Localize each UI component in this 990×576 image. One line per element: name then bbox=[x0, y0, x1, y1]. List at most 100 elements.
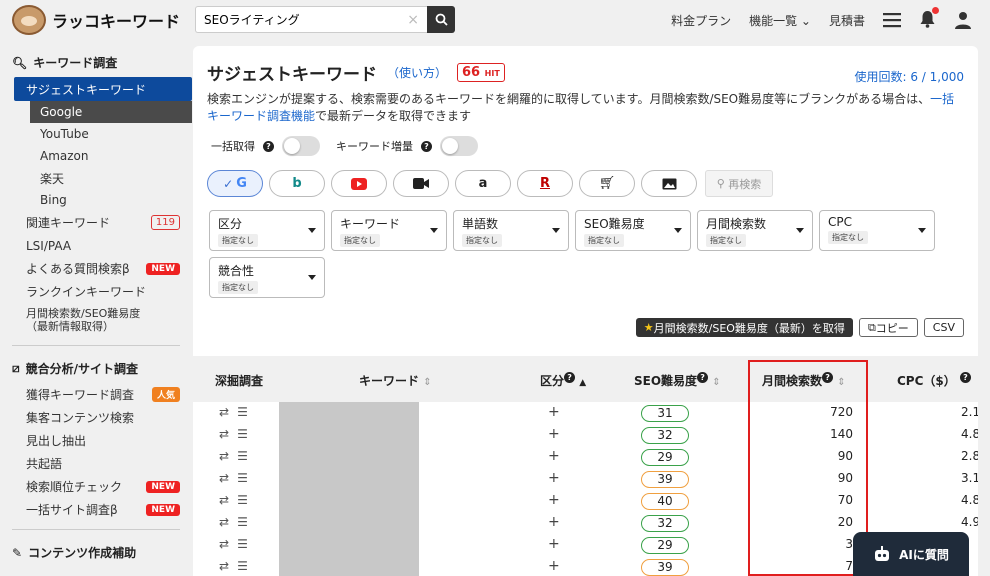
list-icon[interactable]: ☰ bbox=[237, 537, 256, 551]
sidebar-item-headings[interactable]: 見出し抽出 bbox=[0, 429, 192, 452]
list-icon[interactable]: ☰ bbox=[237, 515, 256, 529]
filter-competition[interactable]: 競合性 指定なし bbox=[209, 257, 325, 298]
notification-dot bbox=[932, 6, 939, 14]
list-icon[interactable]: ☰ bbox=[237, 449, 256, 463]
add-type-icon[interactable]: + bbox=[548, 426, 560, 442]
sidebar-item-volume[interactable]: 月間検索数/SEO難易度 （最新情報取得） bbox=[0, 303, 192, 337]
add-type-icon[interactable]: + bbox=[548, 448, 560, 464]
sidebar-item-acquire[interactable]: 獲得キーワード調査 人気 bbox=[0, 383, 192, 406]
add-type-icon[interactable]: + bbox=[548, 558, 560, 574]
help-icon[interactable]: ? bbox=[421, 140, 432, 152]
user-icon[interactable] bbox=[954, 11, 972, 29]
engine-rakuten[interactable]: R bbox=[517, 170, 573, 197]
add-type-icon[interactable]: + bbox=[548, 404, 560, 420]
engine-shopping[interactable]: 🛒︎ bbox=[579, 170, 635, 197]
brand-logo[interactable]: ラッコキーワード bbox=[12, 5, 182, 35]
sidebar-item-bulk[interactable]: 一括サイト調査β NEW bbox=[0, 498, 192, 521]
bulk-fetch-toggle[interactable] bbox=[282, 136, 320, 156]
engine-image[interactable] bbox=[641, 170, 697, 197]
row-actions[interactable]: ⇄☰ bbox=[219, 405, 256, 419]
monthly-volume-cell: 20 bbox=[837, 515, 853, 529]
sidebar-item-related[interactable]: 関連キーワード 119 bbox=[0, 211, 192, 234]
fetch-latest-button[interactable]: ★ 月間検索数/SEO難易度（最新）を取得 bbox=[635, 318, 853, 337]
sidebar-item-lsi[interactable]: LSI/PAA bbox=[0, 234, 192, 257]
hamburger-menu-icon[interactable] bbox=[883, 12, 901, 28]
nav-features[interactable]: 機能一覧 ⌄ bbox=[749, 12, 811, 29]
list-icon[interactable]: ☰ bbox=[237, 471, 256, 485]
sidebar-sub-bing[interactable]: Bing bbox=[0, 189, 192, 211]
keyword-increase-toggle[interactable] bbox=[440, 136, 478, 156]
row-actions[interactable]: ⇄☰ bbox=[219, 471, 256, 485]
help-icon: ? bbox=[822, 372, 834, 383]
filter-cpc[interactable]: CPC 指定なし bbox=[819, 210, 935, 251]
sidebar-item-content[interactable]: 集客コンテンツ検索 bbox=[0, 406, 192, 429]
howto-link[interactable]: （使い方） bbox=[387, 64, 447, 81]
notifications[interactable] bbox=[919, 6, 939, 31]
col-keyword[interactable]: キーワード ⇕ bbox=[359, 372, 432, 389]
add-type-icon[interactable]: + bbox=[548, 536, 560, 552]
nav-pricing[interactable]: 料金プラン bbox=[671, 12, 731, 29]
list-icon[interactable]: ☰ bbox=[237, 493, 256, 507]
sidebar-item-rank[interactable]: 検索順位チェック NEW bbox=[0, 475, 192, 498]
nav-quote[interactable]: 見積書 bbox=[829, 12, 865, 29]
filter-panel: 区分 指定なし キーワード 指定なし 単語数 指定なし SEO難易度 指定なし 月間検索… bbox=[209, 210, 939, 298]
engine-bing[interactable]: b bbox=[269, 170, 325, 197]
sidebar-item-label: 検索順位チェック bbox=[26, 480, 123, 494]
list-icon[interactable]: ☰ bbox=[237, 427, 256, 441]
usage-count[interactable]: 使用回数: 6 / 1,000 bbox=[854, 68, 964, 85]
filter-type[interactable]: 区分 指定なし bbox=[209, 210, 325, 251]
add-type-icon[interactable]: + bbox=[548, 514, 560, 530]
search-icon: 🔍︎ bbox=[12, 55, 28, 70]
filter-seo-difficulty[interactable]: SEO難易度 指定なし bbox=[575, 210, 691, 251]
retweet-icon[interactable]: ⇄ bbox=[219, 493, 237, 507]
sidebar-item-faq[interactable]: よくある質問検索β NEW bbox=[0, 257, 192, 280]
col-volume[interactable]: 月間検索数? ⇕ bbox=[762, 372, 846, 389]
list-icon[interactable]: ☰ bbox=[237, 405, 256, 419]
help-icon[interactable]: ? bbox=[263, 140, 274, 152]
description-text: 検索エンジンが提案する、検索需要のあるキーワードを網羅的に取得しています。月間検… bbox=[207, 92, 931, 106]
csv-button[interactable]: CSV bbox=[923, 318, 964, 337]
retweet-icon[interactable]: ⇄ bbox=[219, 471, 237, 485]
add-type-icon[interactable]: + bbox=[548, 470, 560, 486]
clear-icon[interactable]: × bbox=[407, 12, 419, 28]
filter-word-count[interactable]: 単語数 指定なし bbox=[453, 210, 569, 251]
retweet-icon[interactable]: ⇄ bbox=[219, 427, 237, 441]
sidebar-item-rankin[interactable]: ランクインキーワード bbox=[0, 280, 192, 303]
col-cpc[interactable]: CPC（$） ? bbox=[897, 372, 971, 389]
search-button[interactable] bbox=[427, 6, 455, 33]
engine-youtube[interactable] bbox=[331, 170, 387, 197]
re-search-button[interactable]: ⚲ 再検索 bbox=[705, 170, 773, 197]
engine-google[interactable]: ✓ G bbox=[207, 170, 263, 197]
sidebar-item-suggest[interactable]: サジェストキーワード bbox=[14, 77, 192, 101]
copy-button[interactable]: ⧉ コピー bbox=[858, 318, 918, 337]
sidebar-sub-amazon[interactable]: Amazon bbox=[0, 145, 192, 167]
sidebar-sub-google[interactable]: Google bbox=[30, 101, 192, 123]
add-type-icon[interactable]: + bbox=[548, 492, 560, 508]
retweet-icon[interactable]: ⇄ bbox=[219, 537, 237, 551]
row-actions[interactable]: ⇄☰ bbox=[219, 537, 256, 551]
row-actions[interactable]: ⇄☰ bbox=[219, 559, 256, 573]
retweet-icon[interactable]: ⇄ bbox=[219, 559, 237, 573]
engine-video[interactable] bbox=[393, 170, 449, 197]
row-actions[interactable]: ⇄☰ bbox=[219, 427, 256, 441]
hit-badge: 66 HIT bbox=[457, 63, 505, 82]
engine-amazon[interactable]: a bbox=[455, 170, 511, 197]
retweet-icon[interactable]: ⇄ bbox=[219, 515, 237, 529]
ai-question-button[interactable]: AIに質問 bbox=[853, 532, 969, 576]
row-actions[interactable]: ⇄☰ bbox=[219, 515, 256, 529]
col-seo[interactable]: SEO難易度? ⇕ bbox=[634, 372, 721, 389]
col-type[interactable]: 区分? ▲ bbox=[540, 372, 586, 389]
sidebar-sub-rakuten[interactable]: 楽天 bbox=[0, 167, 192, 189]
cpc-cell: 4.8 bbox=[961, 427, 978, 441]
row-actions[interactable]: ⇄☰ bbox=[219, 449, 256, 463]
sidebar-item-cooc[interactable]: 共起語 bbox=[0, 452, 192, 475]
retweet-icon[interactable]: ⇄ bbox=[219, 405, 237, 419]
sidebar-sub-youtube[interactable]: YouTube bbox=[0, 123, 192, 145]
list-icon[interactable]: ☰ bbox=[237, 559, 256, 573]
row-actions[interactable]: ⇄☰ bbox=[219, 493, 256, 507]
search-input[interactable] bbox=[204, 12, 408, 27]
search-field[interactable]: × bbox=[195, 6, 427, 33]
retweet-icon[interactable]: ⇄ bbox=[219, 449, 237, 463]
filter-keyword[interactable]: キーワード 指定なし bbox=[331, 210, 447, 251]
filter-monthly-volume[interactable]: 月間検索数 指定なし bbox=[697, 210, 813, 251]
